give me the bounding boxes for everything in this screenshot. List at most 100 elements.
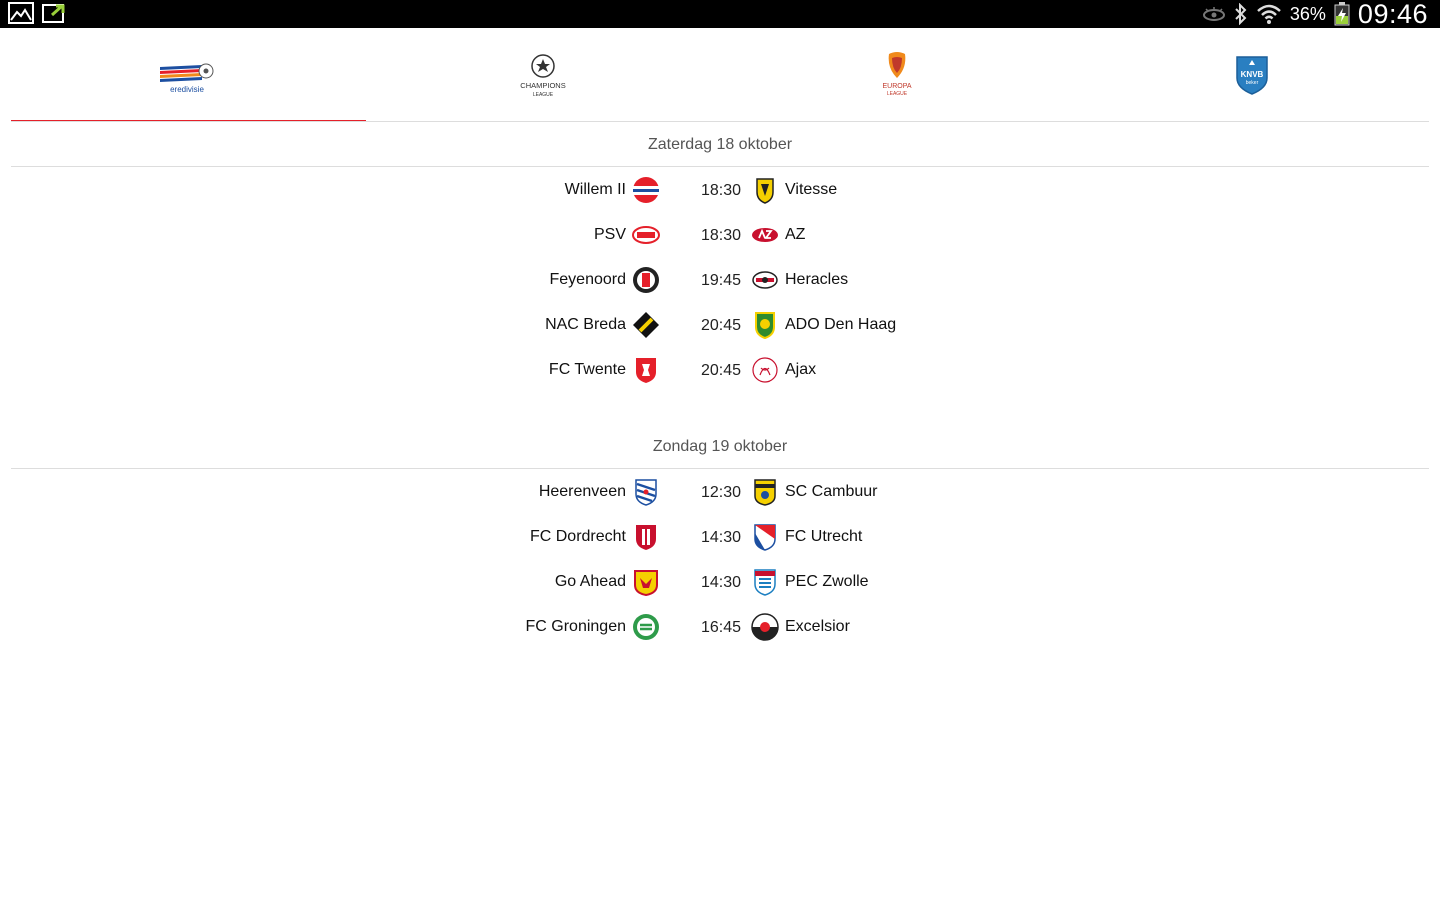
heracles-crest-icon — [752, 270, 778, 289]
nac-breda-crest-icon — [633, 311, 659, 338]
match-row[interactable]: Willem II 18:30 Vitesse — [11, 167, 1429, 212]
tab-champions-label-1: CHAMPIONS — [520, 81, 565, 90]
home-team: Heerenveen — [539, 469, 660, 514]
kickoff-time: 20:45 — [700, 362, 742, 379]
home-team: Go Ahead — [555, 559, 660, 604]
away-team-name: AZ — [785, 225, 806, 243]
match-row[interactable]: FC Twente 20:45 Ajax — [11, 347, 1429, 392]
home-team-name: Heerenveen — [538, 482, 626, 500]
day-spacer — [11, 392, 1429, 424]
home-team: FC Dordrecht — [530, 514, 660, 559]
match-row[interactable]: FC Dordrecht 14:30 FC Utrecht — [11, 514, 1429, 559]
tab-europa-label-1: EUROPA — [883, 83, 912, 90]
bluetooth-icon — [1235, 3, 1247, 25]
champions-league-logo-icon: CHAMPIONS LEAGUE — [520, 54, 565, 98]
tab-europa-league[interactable]: EUROPA LEAGUE — [720, 28, 1075, 122]
match-row[interactable]: FC Groningen 16:45 Excelsior — [11, 604, 1429, 649]
home-team-name: FC Groningen — [525, 617, 627, 635]
kickoff-time: 14:30 — [700, 574, 742, 591]
sc-cambuur-crest-icon — [754, 478, 776, 506]
kickoff-time: 12:30 — [700, 484, 742, 501]
home-team: FC Twente — [549, 347, 660, 392]
status-bar: 36% 09:46 — [0, 0, 1440, 29]
tab-champions-label-2: LEAGUE — [533, 92, 554, 98]
tab-knvb-beker[interactable]: KNVB beker — [1075, 28, 1430, 122]
ajax-crest-icon — [752, 356, 778, 383]
away-team-name: PEC Zwolle — [785, 572, 869, 590]
status-bar-right: 36% 09:46 — [1202, 0, 1428, 29]
competition-tabs: eredivisie CHAMPIONS LEAGUE EUROPA LEAGU… — [11, 28, 1429, 122]
willem-ii-crest-icon — [633, 176, 659, 203]
home-team-name: Go Ahead — [554, 572, 626, 590]
home-team-name: Feyenoord — [549, 270, 627, 288]
kickoff-time: 20:45 — [700, 317, 742, 334]
fc-dordrecht-crest-icon — [636, 524, 656, 550]
vitesse-crest-icon — [756, 177, 774, 204]
tab-knvb-label-1: KNVB — [1240, 70, 1263, 79]
kickoff-time: 19:45 — [700, 272, 742, 289]
status-bar-left — [8, 2, 70, 24]
ado-den-haag-crest-icon — [755, 311, 775, 339]
gallery-notification-icon — [8, 2, 34, 24]
home-team: PSV — [594, 212, 660, 257]
feyenoord-crest-icon — [633, 266, 659, 293]
tab-knvb-label-2: beker — [1245, 80, 1258, 86]
fc-groningen-crest-icon — [633, 613, 659, 640]
away-team: Vitesse — [751, 167, 837, 212]
away-team: Excelsior — [751, 604, 850, 649]
away-team-name: SC Cambuur — [785, 482, 878, 500]
home-team: Willem II — [565, 167, 660, 212]
away-team-name: Vitesse — [785, 180, 838, 198]
go-ahead-eagles-crest-icon — [634, 569, 658, 596]
kickoff-time: 18:30 — [700, 227, 742, 244]
away-team: Heracles — [751, 257, 848, 302]
away-team: ADO Den Haag — [751, 302, 896, 347]
kickoff-time: 16:45 — [700, 619, 742, 636]
excelsior-crest-icon — [751, 612, 779, 641]
away-team-name: Ajax — [785, 360, 817, 378]
home-team-name: FC Dordrecht — [529, 527, 626, 545]
battery-charging-icon — [1334, 2, 1350, 26]
away-team-name: FC Utrecht — [785, 527, 863, 545]
day-header: Zaterdag 18 oktober — [11, 122, 1429, 167]
heerenveen-crest-icon — [635, 478, 657, 506]
match-row[interactable]: PSV 18:30 AZ — [11, 212, 1429, 257]
away-team: SC Cambuur — [751, 469, 877, 514]
battery-percent: 36% — [1289, 3, 1326, 24]
away-team: Ajax — [751, 347, 816, 392]
home-team-name: Willem II — [564, 180, 626, 198]
away-team-name: Excelsior — [785, 617, 850, 635]
home-team-name: FC Twente — [548, 360, 626, 378]
fc-utrecht-crest-icon — [754, 523, 776, 551]
az-crest-icon — [752, 227, 778, 242]
home-team-name: PSV — [593, 225, 626, 243]
match-row[interactable]: Go Ahead 14:30 PEC Zwolle — [11, 559, 1429, 604]
eredivisie-logo-icon: eredivisie — [160, 63, 214, 94]
pec-zwolle-crest-icon — [754, 568, 776, 596]
home-team: Feyenoord — [550, 257, 661, 302]
tab-europa-label-2: LEAGUE — [887, 91, 908, 97]
home-team: NAC Breda — [545, 302, 660, 347]
kickoff-time: 18:30 — [700, 182, 742, 199]
match-schedule: Zaterdag 18 oktober Willem II 18:30 Vite… — [11, 122, 1429, 649]
tab-champions-league[interactable]: CHAMPIONS LEAGUE — [366, 28, 721, 122]
day-header: Zondag 19 oktober — [11, 424, 1429, 469]
knvb-beker-logo-icon: KNVB beker — [1236, 56, 1268, 95]
kickoff-time: 14:30 — [700, 529, 742, 546]
screen-share-icon — [42, 4, 65, 23]
home-team-name: NAC Breda — [545, 315, 626, 333]
eye-icon — [1202, 7, 1225, 21]
match-row[interactable]: Heerenveen 12:30 SC Cambuur — [11, 469, 1429, 514]
tab-eredivisie-label: eredivisie — [170, 85, 204, 94]
match-row[interactable]: Feyenoord 19:45 Heracles — [11, 257, 1429, 302]
away-team: PEC Zwolle — [751, 559, 869, 604]
psv-crest-icon — [632, 225, 660, 244]
tab-eredivisie[interactable]: eredivisie — [11, 28, 366, 122]
away-team: FC Utrecht — [751, 514, 862, 559]
match-row[interactable]: NAC Breda 20:45 ADO Den Haag — [11, 302, 1429, 347]
clock: 09:46 — [1357, 0, 1428, 29]
home-team: FC Groningen — [526, 604, 661, 649]
away-team-name: ADO Den Haag — [785, 315, 897, 333]
europa-league-logo-icon: EUROPA LEAGUE — [883, 52, 912, 97]
away-team: AZ — [751, 212, 805, 257]
